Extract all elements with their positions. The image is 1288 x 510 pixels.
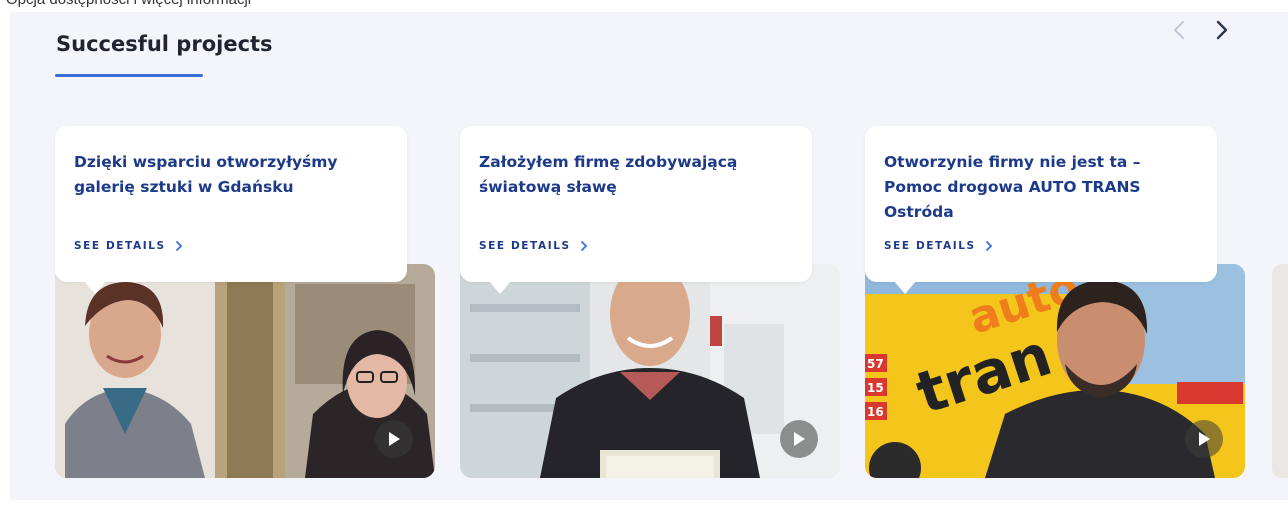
project-card[interactable]: Założyłem firmę zdobywającą światową sła… — [460, 126, 840, 478]
see-details-link[interactable]: SEE DETAILS — [479, 240, 589, 252]
carousel-prev-button[interactable] — [1165, 16, 1193, 44]
bubble-tail — [83, 280, 107, 294]
chevron-right-icon — [580, 241, 587, 251]
card-title[interactable]: Dzięki wsparciu otworzyłyśmy galerię szt… — [74, 150, 384, 200]
svg-text:16: 16 — [867, 405, 884, 419]
play-icon — [1199, 432, 1210, 446]
svg-text:57: 57 — [867, 357, 884, 371]
play-button[interactable] — [780, 420, 818, 458]
title-underline — [55, 74, 203, 77]
project-photo[interactable] — [460, 264, 840, 478]
project-photo[interactable]: 57 15 16 tran auto — [865, 264, 1245, 478]
see-details-link[interactable]: SEE DETAILS — [74, 240, 184, 252]
play-icon — [794, 432, 805, 446]
chevron-left-icon — [1174, 21, 1184, 39]
carousel-next-button[interactable] — [1208, 16, 1236, 44]
chevron-right-icon — [985, 241, 992, 251]
bubble-tail — [893, 280, 917, 294]
svg-text:15: 15 — [867, 381, 884, 395]
successful-projects-section: Succesful projects Dzięki wsparciu otwor… — [10, 12, 1288, 500]
card-caption-bubble: Założyłem firmę zdobywającą światową sła… — [460, 126, 812, 282]
chevron-right-icon — [1216, 20, 1228, 40]
project-card[interactable]: Dzięki wsparciu otworzyłyśmy galerię szt… — [55, 126, 435, 478]
card-caption-bubble: Otworzynie firmy nie jest ta – Pomoc dro… — [865, 126, 1217, 282]
play-icon — [389, 432, 400, 446]
see-details-label: SEE DETAILS — [884, 240, 976, 252]
section-title: Succesful projects — [56, 32, 273, 56]
top-clipped-text: Opcja dostępności i więcej informacji — [0, 0, 1288, 12]
see-details-label: SEE DETAILS — [479, 240, 571, 252]
next-card-peek[interactable] — [1272, 264, 1288, 478]
see-details-label: SEE DETAILS — [74, 240, 166, 252]
project-photo[interactable] — [55, 264, 435, 478]
chevron-right-icon — [175, 241, 182, 251]
card-caption-bubble: Dzięki wsparciu otworzyłyśmy galerię szt… — [55, 126, 407, 282]
project-card[interactable]: 57 15 16 tran auto Otworzynie firmy nie … — [865, 126, 1245, 478]
card-title[interactable]: Założyłem firmę zdobywającą światową sła… — [479, 150, 789, 200]
see-details-link[interactable]: SEE DETAILS — [884, 240, 994, 252]
bubble-tail — [488, 280, 512, 294]
card-title[interactable]: Otworzynie firmy nie jest ta – Pomoc dro… — [884, 150, 1194, 225]
play-button[interactable] — [375, 420, 413, 458]
play-button[interactable] — [1185, 420, 1223, 458]
